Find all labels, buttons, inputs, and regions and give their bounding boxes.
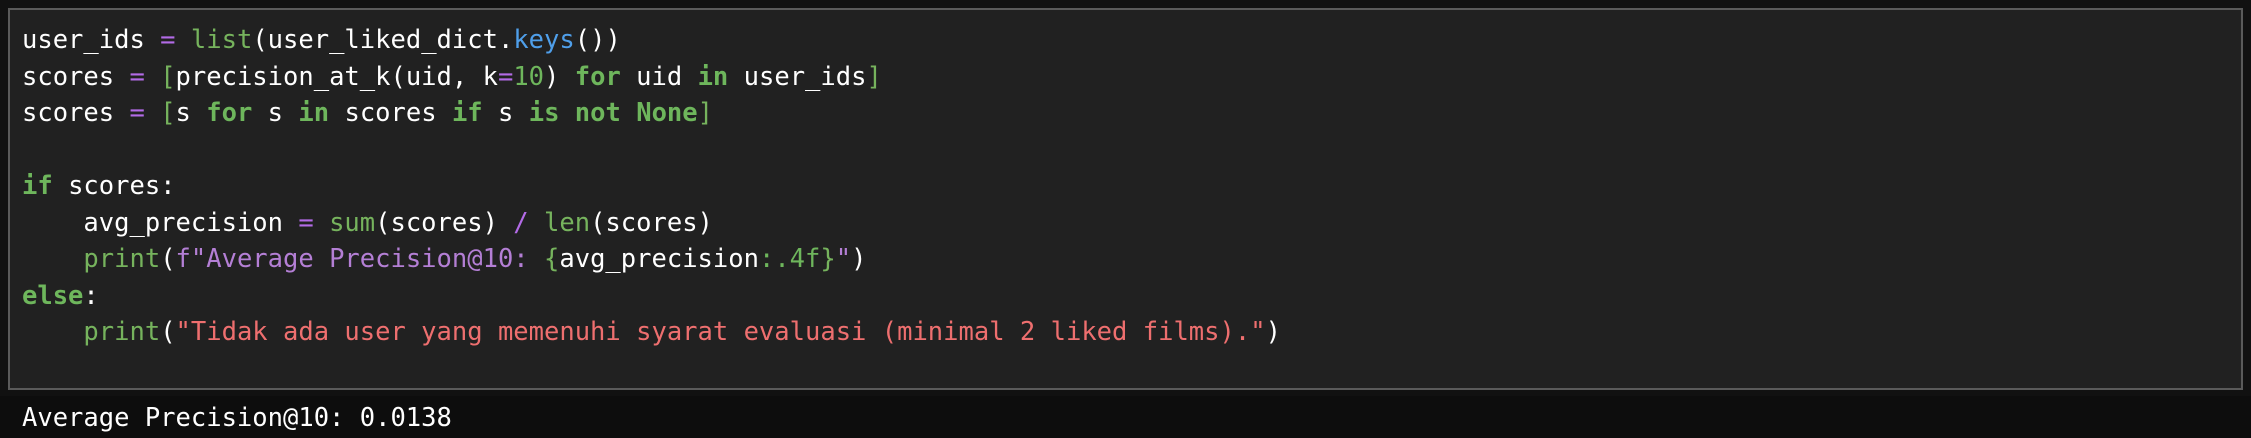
code-token: ( xyxy=(160,317,176,347)
code-token: scores xyxy=(22,61,130,92)
code-token: ) xyxy=(851,244,867,274)
code-token: ( xyxy=(160,244,176,274)
code-token: avg_precision xyxy=(22,207,299,238)
code-token: (scores) xyxy=(590,207,713,238)
code-line: if scores: xyxy=(22,168,1281,205)
cell-output-area: Average Precision@10: 0.0138 xyxy=(0,396,2251,438)
code-cell[interactable]: user_ids = list(user_liked_dict.keys()) s… xyxy=(8,8,2243,390)
code-token: = xyxy=(298,207,314,238)
code-token: s xyxy=(482,98,529,128)
code-token: = xyxy=(129,98,145,128)
code-token: : xyxy=(83,280,99,311)
code-token: sum xyxy=(329,207,376,238)
code-token: ) xyxy=(1265,317,1281,347)
code-line: print("Tidak ada user yang memenuhi syar… xyxy=(22,314,1281,351)
code-token: ) xyxy=(544,61,575,92)
code-token: [ xyxy=(160,61,176,92)
code-token: else xyxy=(22,280,84,311)
code-token: in xyxy=(298,98,330,128)
cell-output-text: Average Precision@10: 0.0138 xyxy=(22,403,452,433)
code-token: ] xyxy=(697,98,713,128)
code-token: is xyxy=(528,98,560,128)
code-token: " xyxy=(835,244,852,274)
code-token: precision_at_k(uid, k xyxy=(175,61,498,92)
code-line: user_ids = list(user_liked_dict.keys()) xyxy=(22,22,1281,59)
code-token: if xyxy=(22,171,53,201)
code-token: [ xyxy=(160,98,176,128)
code-token: ] xyxy=(866,61,882,92)
code-line: print(f"Average Precision@10: {avg_preci… xyxy=(22,241,1281,278)
code-token: s xyxy=(175,98,207,128)
code-token: { xyxy=(544,244,560,274)
code-token: = xyxy=(160,25,176,55)
code-token: in xyxy=(697,61,729,92)
code-token: (scores) xyxy=(375,207,514,238)
code-token: if xyxy=(451,98,483,128)
code-token: f"Average Precision@10: xyxy=(175,244,545,274)
code-token: keys xyxy=(513,25,575,55)
code-token: (user_liked_dict. xyxy=(252,25,514,55)
code-token: print xyxy=(83,317,161,347)
code-token: } xyxy=(820,244,836,274)
code-token: list xyxy=(190,25,253,55)
code-token: "Tidak ada user yang memenuhi syarat eva… xyxy=(175,317,1266,347)
code-token: not xyxy=(574,98,621,128)
code-token: s xyxy=(252,98,299,128)
code-token: / xyxy=(513,207,529,238)
code-token: user_ids xyxy=(728,61,867,92)
code-token: = xyxy=(497,61,514,92)
code-token: len xyxy=(544,207,591,238)
code-token: for xyxy=(574,61,621,92)
code-token: scores xyxy=(329,98,452,128)
code-token: uid xyxy=(620,61,698,92)
code-line: else: xyxy=(22,278,1281,315)
code-token: :.4f xyxy=(758,244,821,274)
code-editor[interactable]: user_ids = list(user_liked_dict.keys()) s… xyxy=(22,22,1281,351)
code-token: 10 xyxy=(513,61,545,92)
code-token: = xyxy=(129,61,145,92)
code-token: scores xyxy=(22,98,130,128)
code-line: scores = [precision_at_k(uid, k=10) for … xyxy=(22,59,1281,96)
code-token: ()) xyxy=(574,25,621,55)
code-token: for xyxy=(206,98,253,128)
code-token: avg_precision xyxy=(559,244,759,274)
code-token: print xyxy=(83,244,161,274)
code-token: None xyxy=(636,98,698,128)
code-token: scores: xyxy=(52,171,176,201)
code-line: avg_precision = sum(scores) / len(scores… xyxy=(22,205,1281,242)
code-line: scores = [s for s in scores if s is not … xyxy=(22,95,1281,132)
code-token: user_ids xyxy=(22,25,161,55)
notebook-page: user_ids = list(user_liked_dict.keys()) s… xyxy=(0,0,2251,438)
